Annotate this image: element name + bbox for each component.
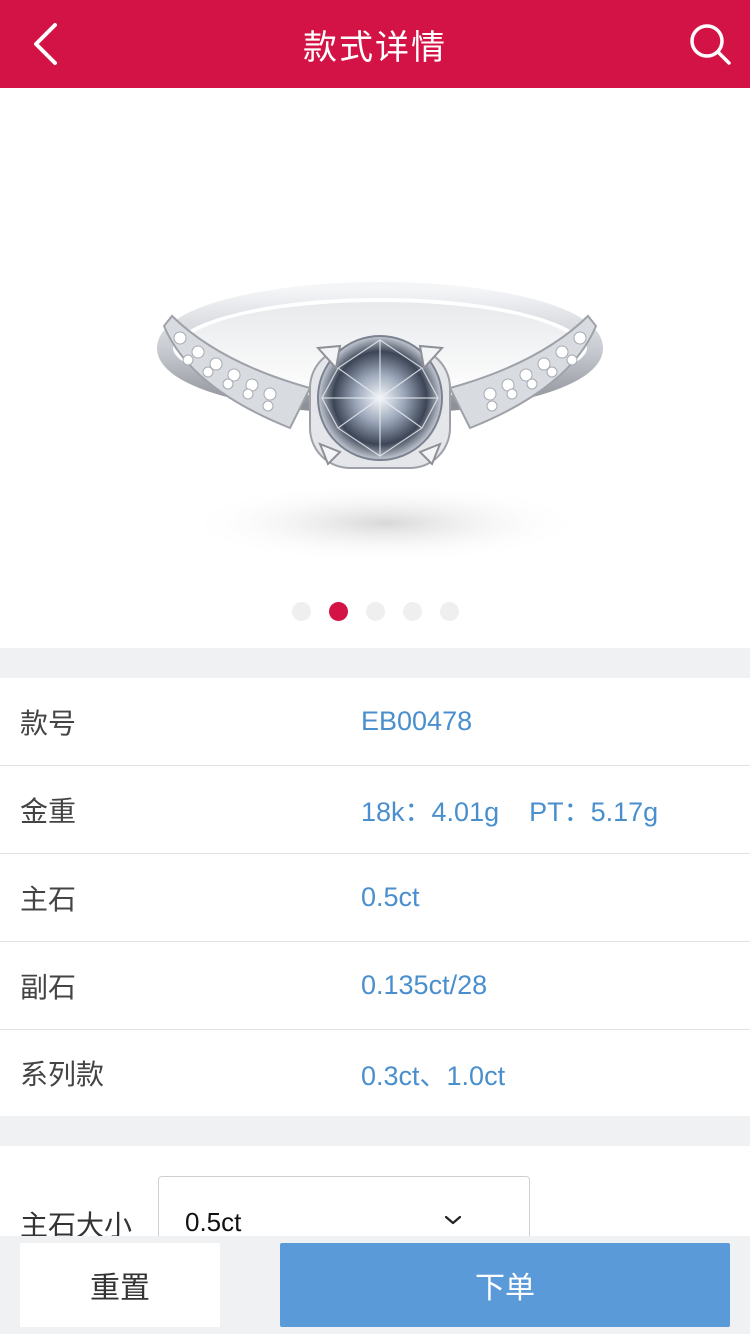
spec-row-side-stones: 副石 0.135ct/28	[0, 942, 750, 1030]
place-order-button[interactable]: 下单	[280, 1243, 730, 1327]
spec-row-main-stone: 主石 0.5ct	[0, 854, 750, 942]
spec-label: 副石	[20, 970, 77, 1004]
carousel-dot[interactable]	[291, 601, 311, 621]
reset-button[interactable]: 重置	[20, 1243, 220, 1327]
chevron-left-icon	[34, 23, 57, 65]
spec-value: 0.135ct/28	[361, 970, 488, 1000]
carousel-dot[interactable]	[402, 601, 422, 621]
spec-list: 款号 EB00478 金重 18k：4.01g PT：5.17g 主石 0.5c…	[0, 678, 750, 1116]
chevron-down-icon	[444, 1215, 462, 1225]
spec-label: 主石	[20, 882, 77, 916]
search-button[interactable]	[686, 20, 734, 68]
page-title: 款式详情	[303, 27, 447, 68]
spec-value: 18k：4.01g PT：5.17g	[361, 797, 659, 827]
app-header: 款式详情	[0, 0, 750, 88]
spec-value: 0.5ct	[361, 882, 420, 912]
carousel-dot[interactable]	[365, 601, 385, 621]
spec-value: 0.3ct、1.0ct	[361, 1060, 506, 1091]
selected-value: 0.5ct	[185, 1207, 242, 1237]
bottom-action-bar: 重置 下单	[0, 1236, 750, 1334]
carousel-dot[interactable]	[439, 601, 459, 621]
spec-label: 款号	[20, 706, 77, 740]
spec-row-style-number: 款号 EB00478	[0, 678, 750, 766]
carousel-indicator	[0, 600, 750, 622]
spec-label: 系列款	[20, 1058, 105, 1091]
spec-row-series: 系列款 0.3ct、1.0ct	[0, 1030, 750, 1116]
spec-value: EB00478	[361, 706, 473, 736]
back-button[interactable]	[22, 20, 70, 68]
search-icon	[690, 24, 731, 65]
product-gallery[interactable]	[0, 88, 750, 648]
spec-row-gold-weight: 金重 18k：4.01g PT：5.17g	[0, 766, 750, 854]
carousel-dot-active[interactable]	[328, 601, 348, 621]
spec-label: 金重	[20, 794, 77, 828]
ring-image	[157, 282, 603, 563]
